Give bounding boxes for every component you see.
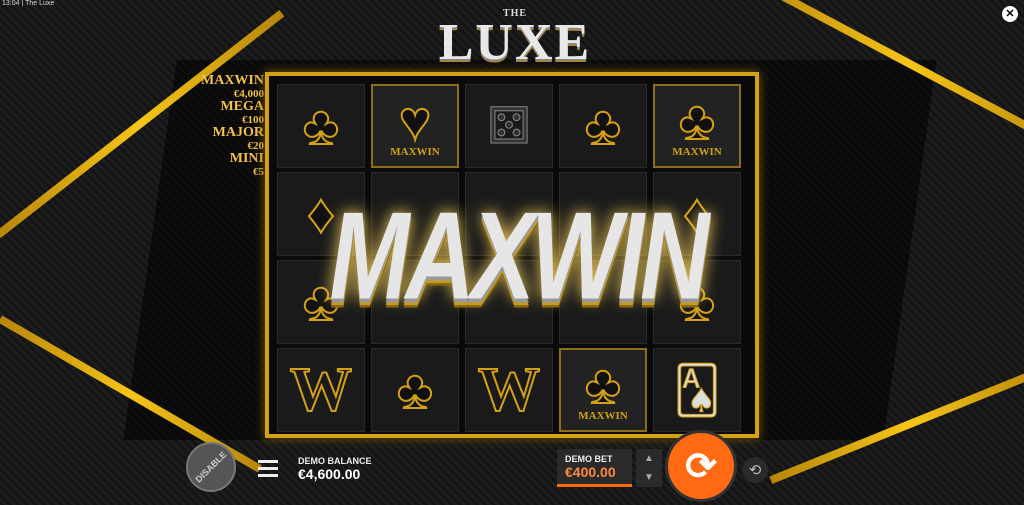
spin-button[interactable]: ⟳ xyxy=(668,433,734,499)
balance-value: €4,600.00 xyxy=(298,466,361,482)
dice-icon: ⚄ xyxy=(487,98,531,155)
hamburger-menu-icon xyxy=(258,460,278,477)
game-logo: THE LUXE xyxy=(420,8,610,71)
heart-icon: ♥ xyxy=(398,91,432,151)
clock: 13:04 xyxy=(2,0,20,7)
reel-cell: ♣ xyxy=(371,348,459,432)
reel-cell: W xyxy=(465,348,553,432)
jackpot-major: MAJOR €20 xyxy=(200,125,264,153)
jackpot-name: MEGA xyxy=(220,99,264,114)
game-title: The Luxe xyxy=(25,0,55,7)
jackpot-name: MAXWIN xyxy=(201,73,264,88)
reel-cell: ♣ xyxy=(277,84,365,168)
bet-increase-button[interactable]: ▲ xyxy=(644,453,654,464)
club-icon: ♣ xyxy=(678,91,715,151)
jackpot-maxwin: MAXWIN €4,000 xyxy=(200,73,264,101)
chevron-down-icon: ▼ xyxy=(644,472,654,483)
status-bar: 13:04 | The Luxe xyxy=(2,0,55,7)
club-icon: ♣ xyxy=(584,355,621,415)
club-icon: ♣ xyxy=(302,96,339,156)
jackpot-name: MAJOR xyxy=(212,125,264,140)
maxwin-tag: MAXWIN xyxy=(672,146,722,158)
bet-stepper: ▲ ▼ xyxy=(636,449,662,487)
club-icon: ♣ xyxy=(584,96,621,156)
chevron-up-icon: ▲ xyxy=(644,453,654,464)
jackpot-mini: MINI €5 xyxy=(200,151,264,179)
reel-cell: ♣ MAXWIN xyxy=(559,348,647,432)
wild-w-icon: W xyxy=(289,356,353,424)
jackpot-value: €5 xyxy=(253,166,264,178)
reel-cell: ♥ MAXWIN xyxy=(371,84,459,168)
bet-label: DEMO BET xyxy=(565,454,613,464)
reel-cell: ⚄ xyxy=(465,84,553,168)
maxwin-banner: MAXWIN xyxy=(329,186,710,326)
bet-display[interactable]: DEMO BET €400.00 xyxy=(557,449,632,487)
autoplay-button[interactable]: ⟲ xyxy=(742,457,768,483)
bet-value: €400.00 xyxy=(565,464,616,480)
playing-cards-icon: 🂡 xyxy=(673,364,721,417)
maxwin-tag: MAXWIN xyxy=(578,410,628,422)
balance-display: DEMO BALANCE €4,600.00 xyxy=(298,456,372,482)
jackpot-list: MAXWIN €4,000 MEGA €100 MAJOR €20 MINI €… xyxy=(200,73,264,179)
reel-cell: W xyxy=(277,348,365,432)
reel-cell: ♣ MAXWIN xyxy=(653,84,741,168)
autoplay-icon: ⟲ xyxy=(748,462,762,479)
close-button[interactable]: ✕ xyxy=(1002,6,1018,22)
wild-w-icon: W xyxy=(477,356,541,424)
balance-label: DEMO BALANCE xyxy=(298,456,372,466)
club-icon: ♣ xyxy=(396,360,433,420)
close-icon: ✕ xyxy=(1005,8,1015,20)
spin-icon: ⟳ xyxy=(685,445,717,488)
reel-cell: ♣ xyxy=(559,84,647,168)
logo-luxe: LUXE xyxy=(438,14,592,71)
reel-cell: 🂡 xyxy=(653,348,741,432)
menu-button[interactable] xyxy=(258,460,278,481)
maxwin-tag: MAXWIN xyxy=(390,146,440,158)
jackpot-mega: MEGA €100 xyxy=(200,99,264,127)
bet-decrease-button[interactable]: ▼ xyxy=(644,472,654,483)
jackpot-name: MINI xyxy=(229,151,264,166)
